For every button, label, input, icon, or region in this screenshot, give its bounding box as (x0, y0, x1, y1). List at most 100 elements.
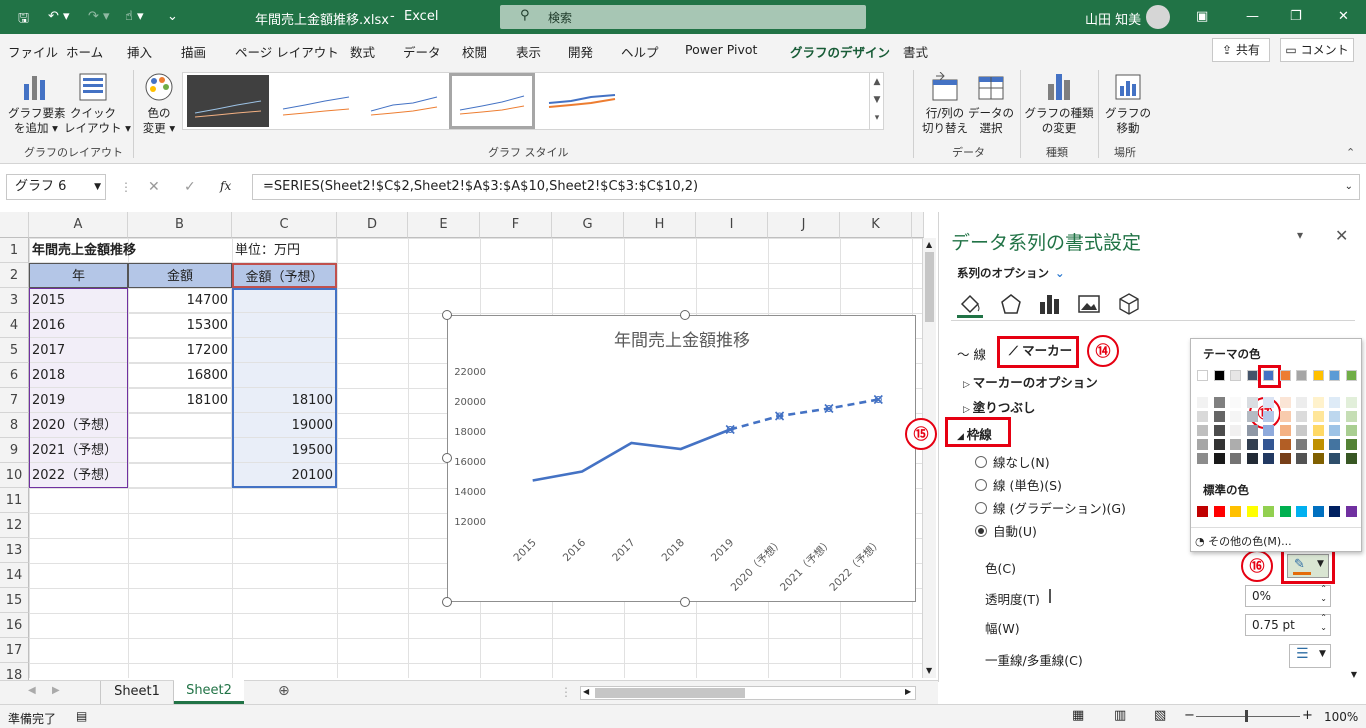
theme-color-shade-swatch[interactable] (1197, 397, 1208, 408)
tab-view[interactable]: 表示 (516, 42, 541, 61)
add-chart-element-button[interactable]: グラフ要素 を追加 ▾ (8, 68, 66, 140)
zoom-slider-thumb[interactable] (1245, 710, 1248, 722)
tab-help[interactable]: ヘルプ (621, 42, 659, 61)
user-name[interactable]: 山田 知美 (1085, 9, 1141, 28)
cell-c1-unit[interactable]: 単位：万円 (232, 238, 337, 263)
cell-year[interactable]: 2022（予想） (29, 463, 128, 488)
tab-draw[interactable]: 描画 (181, 42, 206, 61)
cell-amount[interactable]: 14700 (128, 288, 232, 313)
theme-color-shade-swatch[interactable] (1263, 425, 1274, 436)
cell-year[interactable]: 2019 (29, 388, 128, 413)
share-button[interactable]: ⇪ 共有 (1212, 38, 1270, 62)
ribbon-display-icon[interactable]: ▣ (1196, 9, 1208, 24)
theme-color-shade-swatch[interactable] (1263, 397, 1274, 408)
spinner-icon[interactable]: ⌃ ⌄ (1320, 584, 1327, 604)
sheet-tab-sheet1[interactable]: Sheet1 (100, 681, 174, 704)
cell-amount[interactable]: 18100 (128, 388, 232, 413)
touch-mode-icon[interactable]: ☝ ▾ (125, 9, 144, 24)
theme-color-shade-swatch[interactable] (1279, 411, 1291, 422)
tab-formulas[interactable]: 数式 (350, 42, 375, 61)
theme-color-shade-swatch[interactable] (1246, 453, 1258, 464)
theme-color-shade-swatch[interactable] (1246, 397, 1258, 408)
standard-color-swatch[interactable] (1279, 506, 1291, 517)
tab-format[interactable]: 書式 (903, 42, 928, 61)
row-header[interactable]: 14 (0, 563, 29, 588)
theme-color-shade-swatch[interactable] (1312, 453, 1324, 464)
picture-icon[interactable] (1077, 292, 1101, 316)
row-header[interactable]: 3 (0, 288, 29, 313)
chart-style-thumbnail-1[interactable] (187, 75, 269, 127)
cell-year[interactable]: 2016 (29, 313, 128, 338)
column-header[interactable]: B (128, 212, 232, 238)
theme-color-shade-swatch[interactable] (1345, 425, 1357, 436)
row-header[interactable]: 1 (0, 238, 29, 263)
theme-color-shade-swatch[interactable] (1263, 411, 1274, 422)
width-input[interactable]: 0.75 pt ⌃ ⌄ (1245, 613, 1331, 636)
radio-line-option[interactable]: 線 (グラデーション)(G) (975, 498, 1126, 517)
row-header[interactable]: 11 (0, 488, 29, 513)
scroll-thumb[interactable] (925, 252, 934, 322)
theme-color-shade-swatch[interactable] (1296, 425, 1307, 436)
column-header[interactable]: H (624, 212, 696, 238)
cell-forecast[interactable]: 19000 (232, 413, 337, 438)
standard-color-swatch[interactable] (1246, 506, 1258, 517)
select-data-button[interactable]: データの 選択 (966, 68, 1016, 140)
vertical-scrollbar[interactable]: ▲ ▼ (922, 238, 936, 678)
theme-color-shade-swatch[interactable] (1312, 397, 1324, 408)
theme-color-shade-swatch[interactable] (1296, 453, 1307, 464)
column-header[interactable]: J (768, 212, 840, 238)
theme-color-shade-swatch[interactable] (1213, 397, 1225, 408)
tab-file[interactable]: ファイル (8, 42, 58, 61)
zoom-out-icon[interactable]: − (1184, 708, 1195, 723)
close-icon[interactable]: ✕ (1338, 9, 1349, 24)
chart-style-thumbnail-2[interactable] (275, 75, 357, 127)
row-header[interactable]: 16 (0, 613, 29, 638)
formula-input[interactable]: =SERIES(Sheet2!$C$2,Sheet2!$A$3:$A$10,Sh… (252, 174, 1360, 200)
theme-color-shade-swatch[interactable] (1312, 425, 1324, 436)
resize-handle[interactable] (442, 453, 452, 463)
column-header[interactable]: E (408, 212, 480, 238)
spinner-icon[interactable]: ⌃ ⌄ (1320, 613, 1327, 633)
fill-line-tab[interactable] (957, 292, 983, 318)
chart-style-thumbnail-4-selected[interactable] (449, 73, 535, 129)
normal-view-icon[interactable]: ▦ (1072, 708, 1084, 723)
theme-color-shade-swatch[interactable] (1345, 397, 1357, 408)
cell-year[interactable]: 2020（予想） (29, 413, 128, 438)
standard-color-swatch[interactable] (1296, 506, 1307, 517)
theme-color-shade-swatch[interactable] (1345, 439, 1357, 450)
theme-color-shade-swatch[interactable] (1213, 411, 1225, 422)
pane-close-icon[interactable]: ✕ (1335, 226, 1348, 245)
theme-color-shade-swatch[interactable] (1246, 425, 1258, 436)
theme-color-swatch[interactable] (1246, 370, 1258, 381)
page-break-view-icon[interactable]: ▧ (1154, 708, 1166, 723)
marker-options-section[interactable]: ▷ マーカーのオプション (963, 372, 1098, 391)
column-header[interactable]: K (840, 212, 912, 238)
enter-icon[interactable]: ✓ (184, 179, 196, 195)
row-header[interactable]: 13 (0, 538, 29, 563)
theme-color-swatch[interactable] (1213, 370, 1225, 381)
column-header[interactable]: A (29, 212, 128, 238)
theme-color-shade-swatch[interactable] (1279, 453, 1291, 464)
cell-amount[interactable]: 15300 (128, 313, 232, 338)
theme-color-shade-swatch[interactable] (1263, 453, 1274, 464)
radio-line-option[interactable]: 線なし(N) (975, 452, 1050, 471)
more-colors-item[interactable]: ◔ その他の色(M)... (1195, 533, 1292, 549)
row-header[interactable]: 8 (0, 413, 29, 438)
row-header[interactable]: 17 (0, 638, 29, 663)
theme-color-swatch[interactable] (1279, 370, 1291, 381)
minimize-icon[interactable]: — (1246, 9, 1259, 24)
cell-forecast[interactable] (232, 288, 337, 313)
resize-handle[interactable] (442, 597, 452, 607)
theme-color-shade-swatch[interactable] (1329, 425, 1340, 436)
theme-color-swatch[interactable] (1197, 370, 1208, 381)
cell-amount[interactable] (128, 413, 232, 438)
theme-color-shade-swatch[interactable] (1279, 425, 1291, 436)
theme-color-shade-swatch[interactable] (1230, 453, 1241, 464)
row-header[interactable]: 15 (0, 588, 29, 613)
cell-forecast[interactable] (232, 338, 337, 363)
scroll-thumb[interactable] (595, 688, 745, 698)
theme-color-shade-swatch[interactable] (1213, 425, 1225, 436)
column-header[interactable]: C (232, 212, 337, 238)
cell-year[interactable]: 2017 (29, 338, 128, 363)
cell-amount[interactable] (128, 438, 232, 463)
